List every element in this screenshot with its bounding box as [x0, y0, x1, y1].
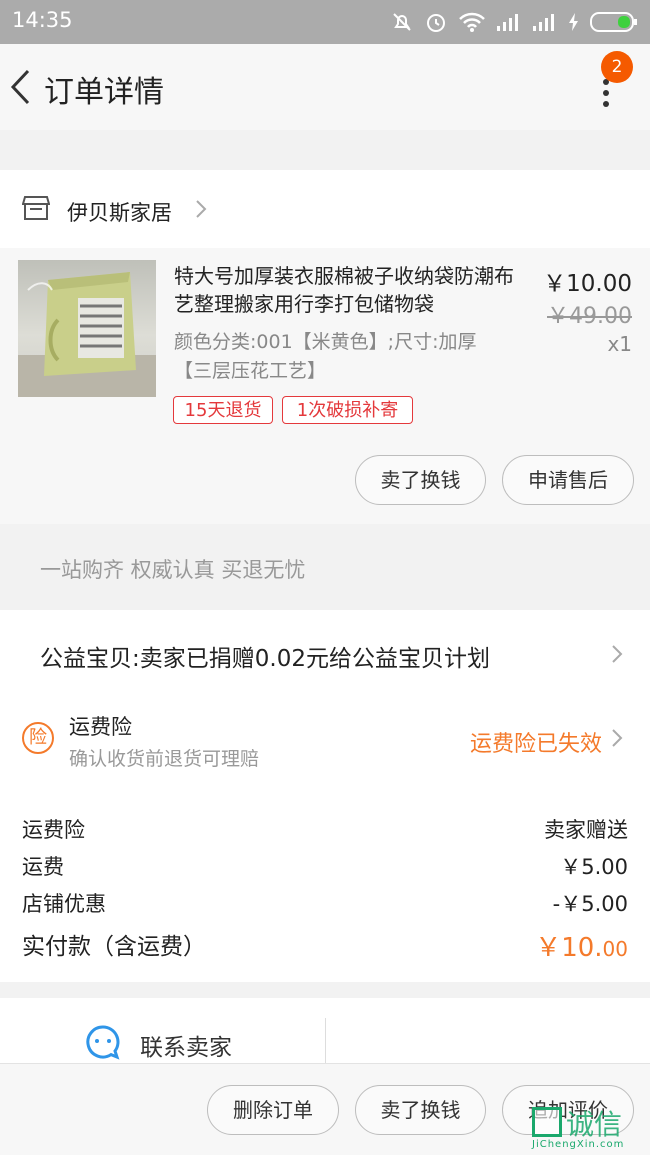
wifi-icon [459, 12, 485, 32]
cost-row-total: 实付款（含运费） ￥10.00 [22, 927, 628, 967]
contact-seller-label[interactable]: 联系卖家 [140, 1028, 232, 1062]
total-value-main: ￥10. [535, 933, 603, 963]
contact-seller-row: 联系卖家 [0, 998, 650, 1068]
total-value: ￥10.00 [535, 927, 628, 964]
notification-badge: 2 [601, 51, 633, 83]
cost-value: ￥5.00 [560, 855, 628, 879]
charity-row[interactable]: 公益宝贝:卖家已捐赠0.02元给公益宝贝计划 [0, 610, 650, 694]
more-options-icon[interactable] [598, 78, 614, 108]
product-price: ￥10.00 [543, 271, 632, 297]
signal-icon [497, 14, 518, 31]
battery-icon [590, 12, 637, 32]
status-icons [390, 8, 638, 36]
total-value-cents: 00 [602, 937, 628, 961]
original-price: ￥49.00 [547, 304, 632, 329]
status-time: 14:35 [12, 8, 73, 32]
resell-button[interactable]: 卖了换钱 [355, 1085, 486, 1135]
cost-value: -￥5.00 [552, 892, 628, 916]
insurance-subtitle: 确认收货前退货可理赔 [69, 748, 260, 770]
cost-label: 店铺优惠 [22, 892, 106, 916]
total-label: 实付款（含运费） [22, 934, 206, 960]
chat-bubble-icon[interactable] [85, 1024, 121, 1060]
product-item[interactable]: 特大号加厚装衣服棉被子收纳袋防潮布艺整理搬家用行李打包储物袋 颜色分类:001【… [0, 248, 650, 524]
alarm-icon [427, 14, 445, 32]
watermark-text: 诚信 [566, 1108, 623, 1141]
cost-row-insurance: 运费险 卖家赠送 [22, 814, 628, 848]
signal-icon [533, 14, 554, 31]
product-quantity: x1 [607, 332, 632, 356]
watermark: 诚信 JiChengXin.com [532, 1105, 650, 1155]
chevron-right-icon [612, 729, 623, 747]
insurance-status: 运费险已失效 [469, 732, 602, 757]
delete-order-button[interactable]: 删除订单 [207, 1085, 339, 1135]
cost-row-shipping: 运费 ￥5.00 [22, 851, 628, 885]
cost-label: 运费 [22, 855, 64, 879]
watermark-logo-icon [532, 1107, 562, 1137]
product-title[interactable]: 特大号加厚装衣服棉被子收纳袋防潮布艺整理搬家用行李打包储物袋 [174, 262, 526, 318]
cost-row-discount: 店铺优惠 -￥5.00 [22, 888, 628, 922]
shop-name: 伊贝斯家居 [67, 201, 172, 225]
resell-button[interactable]: 卖了换钱 [355, 455, 486, 505]
mute-icon [393, 13, 411, 31]
storage-bag-illustration [18, 272, 156, 397]
insurance-title: 运费险 [69, 715, 132, 739]
damage-resend-tag: 1次破损补寄 [282, 396, 413, 424]
chevron-right-icon [196, 200, 207, 218]
charging-icon [569, 13, 578, 31]
store-icon [22, 196, 50, 220]
divider [325, 1018, 326, 1066]
back-arrow-icon[interactable] [8, 68, 32, 106]
product-sku: 颜色分类:001【米黄色】;尺寸:加厚【三层压花工艺】 [174, 331, 477, 382]
nav-bar: 订单详情 2 [0, 44, 650, 130]
cost-value: 卖家赠送 [544, 818, 628, 842]
shipping-insurance-row[interactable]: 险 运费险 确认收货前退货可理赔 运费险已失效 [0, 694, 650, 784]
shop-row[interactable]: 伊贝斯家居 [0, 170, 650, 248]
return-policy-tag: 15天退货 [173, 396, 273, 424]
insurance-icon: 险 [22, 722, 54, 754]
charity-text: 公益宝贝:卖家已捐赠0.02元给公益宝贝计划 [40, 646, 490, 672]
chevron-right-icon [612, 645, 623, 663]
status-bar: 14:35 [0, 0, 650, 44]
watermark-url: JiChengXin.com [532, 1139, 625, 1150]
page-title: 订单详情 [44, 75, 164, 110]
slogan: 一站购齐 权威认真 买退无忧 [40, 558, 306, 582]
cost-summary: 运费险 卖家赠送 运费 ￥5.00 店铺优惠 -￥5.00 实付款（含运费） ￥… [0, 784, 650, 982]
cost-label: 运费险 [22, 818, 85, 842]
after-sale-button[interactable]: 申请售后 [502, 455, 634, 505]
product-image[interactable] [18, 260, 156, 397]
